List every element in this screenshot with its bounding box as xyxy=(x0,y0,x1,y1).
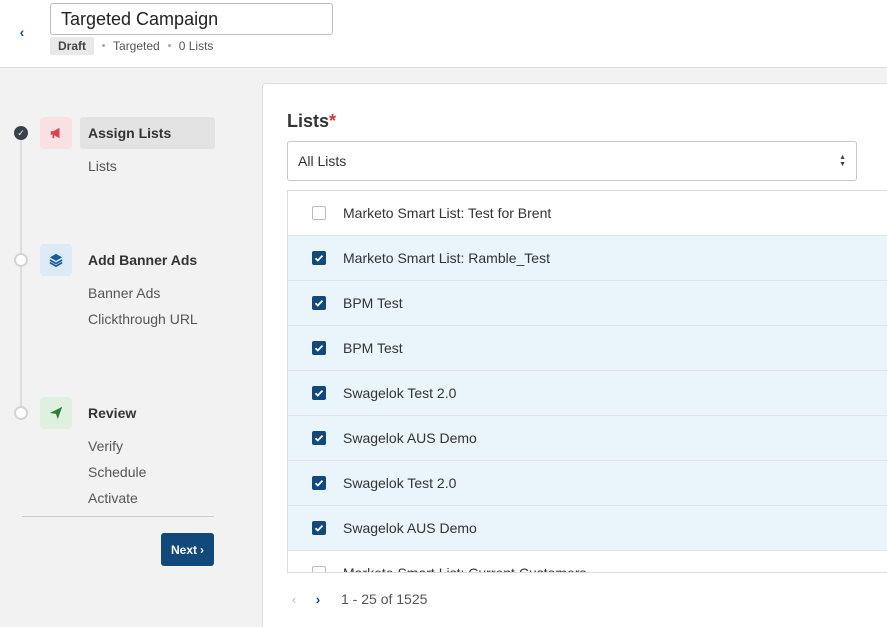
campaign-type: Targeted xyxy=(113,38,160,53)
status-badge: Draft xyxy=(50,36,95,55)
list-row-label: Swagelok Test 2.0 xyxy=(343,475,457,491)
checkbox-checked[interactable] xyxy=(312,476,326,490)
checkmark-icon xyxy=(314,254,324,262)
step-pending-circle xyxy=(14,253,28,267)
step-review[interactable]: Review xyxy=(80,397,144,429)
list-row[interactable]: Marketo Smart List: Test for Brent xyxy=(288,191,887,236)
substep-schedule[interactable]: Schedule xyxy=(88,464,146,480)
checkbox-checked[interactable] xyxy=(312,296,326,310)
lists-heading: Lists* xyxy=(287,111,336,132)
megaphone-icon xyxy=(40,117,72,149)
checkmark-icon xyxy=(314,434,324,442)
list-table: Marketo Smart List: Test for Brent Market… xyxy=(287,190,887,573)
required-asterisk: * xyxy=(329,111,337,131)
list-row-label: Swagelok Test 2.0 xyxy=(343,385,457,401)
stepper-rail xyxy=(20,134,22,417)
campaign-meta: Draft Targeted 0 Lists xyxy=(50,36,214,55)
layers-icon xyxy=(40,244,72,276)
list-row-label: Swagelok AUS Demo xyxy=(343,430,477,446)
next-button[interactable]: Next › xyxy=(161,533,214,566)
checkmark-icon xyxy=(314,299,324,307)
checkmark-icon xyxy=(314,344,324,352)
checkmark-icon xyxy=(314,389,324,397)
list-row[interactable]: Swagelok Test 2.0 xyxy=(288,461,887,506)
checkbox-checked[interactable] xyxy=(312,341,326,355)
list-row[interactable]: Marketo Smart List: Ramble_Test xyxy=(288,236,887,281)
checkmark-icon xyxy=(314,479,324,487)
checkbox-checked[interactable] xyxy=(312,521,326,535)
list-row[interactable]: Swagelok AUS Demo xyxy=(288,416,887,461)
back-arrow-icon[interactable]: ‹ xyxy=(14,23,30,41)
lists-panel: Lists* All Lists ▲ ▼ Marketo Smart List: … xyxy=(262,83,887,627)
campaign-header: ‹ Draft Targeted 0 Lists xyxy=(0,0,887,68)
substep-clickthrough-url[interactable]: Clickthrough URL xyxy=(88,311,198,327)
list-row-label: Marketo Smart List: Test for Brent xyxy=(343,205,552,221)
substep-verify[interactable]: Verify xyxy=(88,438,123,454)
pagination-range: 1 - 25 of 1525 xyxy=(341,591,428,607)
checkbox-checked[interactable] xyxy=(312,431,326,445)
separator-dot xyxy=(167,44,171,47)
chevron-right-icon: › xyxy=(200,542,204,557)
step-add-banner-ads[interactable]: Add Banner Ads xyxy=(80,244,205,276)
prev-page-icon[interactable]: ‹ xyxy=(287,592,301,607)
next-page-icon[interactable]: › xyxy=(311,592,325,607)
pagination: ‹ › 1 - 25 of 1525 xyxy=(287,589,428,609)
step-complete-check-icon: ✓ xyxy=(14,126,28,140)
checkbox-unchecked[interactable] xyxy=(312,206,326,220)
list-row[interactable]: Marketo Smart List: Current Customers xyxy=(288,551,887,573)
step-pending-circle xyxy=(14,406,28,420)
substep-banner-ads[interactable]: Banner Ads xyxy=(88,285,160,301)
list-row-label: Marketo Smart List: Current Customers xyxy=(343,565,587,573)
list-row-label: Swagelok AUS Demo xyxy=(343,520,477,536)
checkbox-unchecked[interactable] xyxy=(312,566,326,572)
list-row-label: Marketo Smart List: Ramble_Test xyxy=(343,250,550,266)
paper-plane-icon xyxy=(40,397,72,429)
list-filter-select[interactable]: All Lists ▲ ▼ xyxy=(287,141,857,181)
list-row[interactable]: BPM Test xyxy=(288,326,887,371)
sidebar-divider xyxy=(22,516,214,517)
list-filter-value: All Lists xyxy=(298,153,347,169)
substep-lists[interactable]: Lists xyxy=(88,158,117,174)
step-assign-lists[interactable]: Assign Lists xyxy=(80,117,215,149)
checkbox-checked[interactable] xyxy=(312,386,326,400)
separator-dot xyxy=(102,44,106,47)
list-row-label: BPM Test xyxy=(343,295,403,311)
list-row[interactable]: Swagelok AUS Demo xyxy=(288,506,887,551)
substep-activate[interactable]: Activate xyxy=(88,490,138,506)
checkmark-icon xyxy=(314,524,324,532)
checkbox-checked[interactable] xyxy=(312,251,326,265)
campaign-name-input[interactable] xyxy=(50,3,333,35)
step-sidebar: ✓ Assign Lists Lists Add Banner Ads Bann… xyxy=(0,69,261,627)
list-count: 0 Lists xyxy=(178,38,214,53)
select-arrows-icon: ▲ ▼ xyxy=(839,154,846,168)
list-row[interactable]: Swagelok Test 2.0 xyxy=(288,371,887,416)
list-row[interactable]: BPM Test xyxy=(288,281,887,326)
lists-heading-text: Lists xyxy=(287,111,330,131)
next-button-label: Next xyxy=(170,542,197,557)
list-row-label: BPM Test xyxy=(343,340,403,356)
